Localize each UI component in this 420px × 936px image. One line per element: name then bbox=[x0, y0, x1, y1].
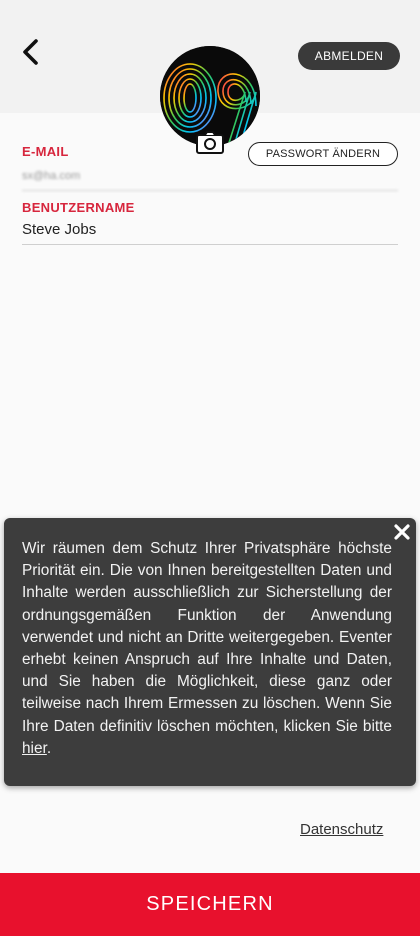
save-button[interactable]: SPEICHERN bbox=[0, 873, 420, 936]
email-field[interactable]: sx@ha.com bbox=[22, 170, 398, 191]
privacy-info-text: Wir räumen dem Schutz Ihrer Privatsphäre… bbox=[22, 538, 392, 760]
privacy-info-body: Wir räumen dem Schutz Ihrer Privatsphäre… bbox=[22, 540, 392, 735]
back-arrow-icon[interactable] bbox=[16, 36, 44, 68]
privacy-link[interactable]: Datenschutz bbox=[300, 821, 383, 838]
username-field[interactable]: Steve Jobs bbox=[22, 221, 398, 245]
camera-icon[interactable] bbox=[196, 130, 224, 154]
email-label: E-MAIL bbox=[22, 144, 69, 159]
logout-button[interactable]: ABMELDEN bbox=[298, 42, 400, 70]
username-label: BENUTZERNAME bbox=[22, 200, 135, 215]
privacy-info-suffix: . bbox=[46, 739, 52, 757]
change-password-button[interactable]: PASSWORT ÄNDERN bbox=[248, 142, 398, 166]
delete-data-link[interactable]: hier bbox=[22, 740, 47, 757]
close-icon[interactable] bbox=[390, 520, 414, 544]
